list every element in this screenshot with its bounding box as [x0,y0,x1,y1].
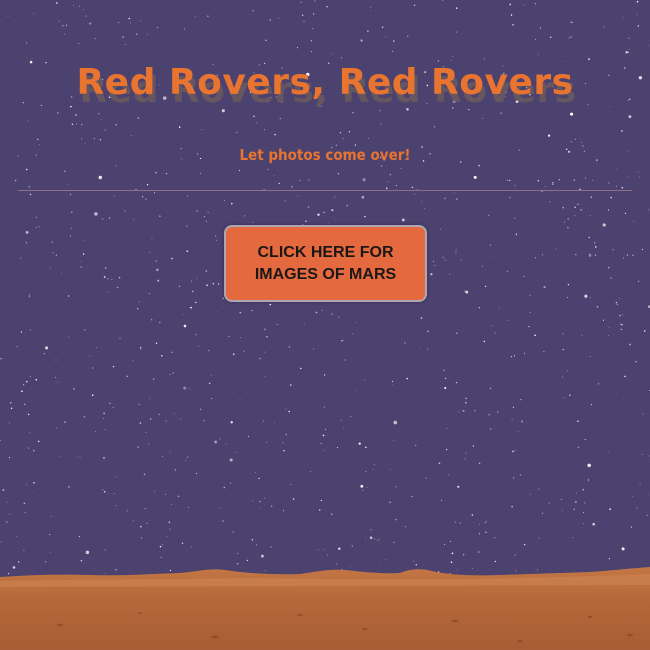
mars-images-button[interactable]: CLICK HERE FOR IMAGES OF MARS [224,225,427,302]
mars-images-button-label: CLICK HERE FOR IMAGES OF MARS [254,243,397,283]
page-subtitle: Let photos come over! [239,146,411,164]
header-divider [18,190,632,191]
page-title: Red Rovers, Red Rovers [76,62,574,103]
mars-terrain-image [0,567,650,650]
title-block: Red Rovers, Red Rovers Red Rovers, Red R… [0,62,650,132]
